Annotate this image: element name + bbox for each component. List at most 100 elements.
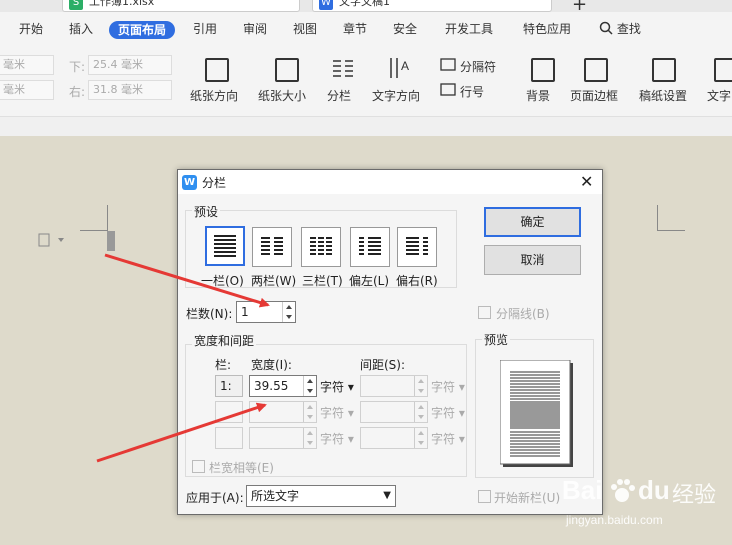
stepper-arrows-icon	[414, 428, 427, 448]
margin-bottom-field[interactable]: 25.4 毫米	[88, 55, 172, 75]
line-number-icon	[440, 83, 456, 96]
spacing-unit-dropdown-1[interactable]: 字符 ▾	[431, 378, 465, 395]
baidu-watermark: Bai du 经验 jingyan.baidu.com	[562, 475, 727, 535]
separator-checkbox[interactable]	[478, 306, 491, 319]
preset-two-columns[interactable]	[252, 227, 292, 267]
left-column-icon	[359, 237, 381, 255]
spacing-stepper-3[interactable]	[360, 427, 428, 449]
width-spacing-label: 宽度和间距	[192, 332, 257, 349]
dialog-titlebar: W 分栏 ✕	[178, 170, 602, 194]
margin-right-field[interactable]: 31.8 毫米	[88, 80, 172, 100]
col-count-stepper[interactable]: 1	[236, 301, 296, 323]
watermark-url: jingyan.baidu.com	[566, 513, 663, 527]
new-tab-icon[interactable]: +	[572, 0, 587, 12]
text-more-icon	[714, 58, 732, 82]
menu-features[interactable]: 特色应用	[523, 20, 571, 38]
paper-orientation-button[interactable]: 纸张方向	[190, 87, 238, 104]
preset-left[interactable]	[350, 227, 390, 267]
spacing-unit-dropdown-3[interactable]: 字符 ▾	[431, 430, 465, 447]
one-column-icon	[214, 235, 236, 257]
preview-page	[500, 360, 573, 467]
ribbon-footer	[0, 116, 732, 136]
separator-button[interactable]: 分隔符	[460, 58, 496, 75]
width-value: 39.55	[254, 379, 289, 393]
width-stepper-1[interactable]: 39.55	[249, 375, 317, 397]
menu-insert[interactable]: 插入	[69, 20, 93, 38]
menu-developer[interactable]: 开发工具	[445, 20, 493, 38]
stepper-arrows-icon[interactable]	[303, 376, 316, 396]
tab-workbook[interactable]: S 工作簿1.xlsx	[62, 0, 300, 12]
width-unit-dropdown-1[interactable]: 字符 ▾	[320, 378, 354, 395]
column-number	[215, 401, 243, 423]
spacing-stepper-1[interactable]	[360, 375, 428, 397]
columns-dialog: W 分栏 ✕ 预设 一栏(O) 两栏(W) 三栏(T) 偏左(L) 偏右(R) …	[177, 169, 603, 515]
width-unit-dropdown-3[interactable]: 字符 ▾	[320, 430, 354, 447]
preset-three-columns[interactable]	[301, 227, 341, 267]
crop-mark	[657, 230, 685, 231]
columns-icon	[333, 60, 353, 77]
preset-two-label: 两栏(W)	[251, 274, 297, 288]
ok-button[interactable]: 确定	[484, 207, 581, 237]
paw-icon	[611, 479, 635, 502]
width-unit: 字符	[320, 406, 345, 420]
watermark-brand2: du	[638, 475, 670, 505]
tab-document[interactable]: W 文字文稿1	[312, 0, 552, 12]
paper-size-button[interactable]: 纸张大小	[258, 87, 306, 104]
spacing-header: 间距(S):	[360, 358, 406, 372]
manuscript-button[interactable]: 稿纸设置	[639, 87, 687, 104]
watermark-brand: Bai	[562, 475, 603, 505]
two-columns-icon	[261, 237, 283, 255]
width-unit-dropdown-2[interactable]: 字符 ▾	[320, 404, 354, 421]
tab-strip: S 工作簿1.xlsx W 文字文稿1 +	[0, 0, 732, 12]
spacing-unit: 字符	[431, 380, 456, 394]
columns-button[interactable]: 分栏	[327, 87, 351, 104]
text-direction-button[interactable]: 文字方向	[372, 87, 420, 104]
cancel-button[interactable]: 取消	[484, 245, 581, 275]
wps-writer-icon: W	[182, 175, 197, 190]
paragraph-icon[interactable]	[38, 233, 66, 247]
preset-label: 预设	[192, 203, 221, 220]
menu-view[interactable]: 视图	[293, 20, 317, 38]
preset-one-label: 一栏(O)	[201, 274, 244, 288]
search-menu[interactable]: 查找	[599, 20, 641, 38]
margin-bottom-label: 下:	[69, 60, 86, 74]
stepper-arrows-icon	[414, 376, 427, 396]
margin-top-field[interactable]: 毫米	[0, 55, 54, 75]
spacing-stepper-2[interactable]	[360, 401, 428, 423]
spacing-unit-dropdown-2[interactable]: 字符 ▾	[431, 404, 465, 421]
stepper-arrows-icon	[414, 402, 427, 422]
page-border-button[interactable]: 页面边框	[570, 87, 618, 104]
crop-mark	[107, 205, 108, 230]
preset-right[interactable]	[397, 227, 437, 267]
writer-icon: W	[319, 0, 333, 10]
watermark-jingyan: 经验	[672, 483, 717, 508]
col-count-label: 栏数(N):	[186, 307, 233, 321]
menu-page-layout[interactable]: 页面布局	[109, 21, 176, 39]
new-column-checkbox[interactable]	[478, 490, 491, 503]
text-more-button[interactable]: 文字	[707, 87, 731, 104]
margin-right-label: 右:	[69, 85, 86, 99]
menu-security[interactable]: 安全	[393, 20, 417, 38]
line-number-button[interactable]: 行号	[460, 83, 484, 100]
width-unit: 字符	[320, 432, 345, 446]
preset-three-label: 三栏(T)	[302, 274, 343, 288]
crop-mark	[657, 205, 658, 230]
stepper-arrows-icon[interactable]	[282, 302, 295, 322]
menu-home[interactable]: 开始	[19, 20, 43, 38]
menu-review[interactable]: 审阅	[243, 20, 267, 38]
width-stepper-2[interactable]	[249, 401, 317, 423]
width-header: 宽度(I):	[251, 358, 292, 372]
menu-chapter[interactable]: 章节	[343, 20, 367, 38]
menu-references[interactable]: 引用	[193, 20, 217, 38]
equal-width-checkbox[interactable]	[192, 460, 205, 473]
preset-one-column[interactable]	[205, 226, 245, 266]
close-icon[interactable]: ✕	[580, 172, 593, 191]
separator-label: 分隔线(B)	[496, 307, 550, 321]
background-button[interactable]: 背景	[526, 87, 550, 104]
width-stepper-3[interactable]	[249, 427, 317, 449]
stepper-arrows-icon	[303, 402, 316, 422]
search-icon	[599, 21, 613, 35]
margin-left-field[interactable]: 毫米	[0, 80, 54, 100]
apply-to-select[interactable]: 所选文字 ▼	[246, 485, 396, 507]
separator-icon	[440, 58, 456, 71]
